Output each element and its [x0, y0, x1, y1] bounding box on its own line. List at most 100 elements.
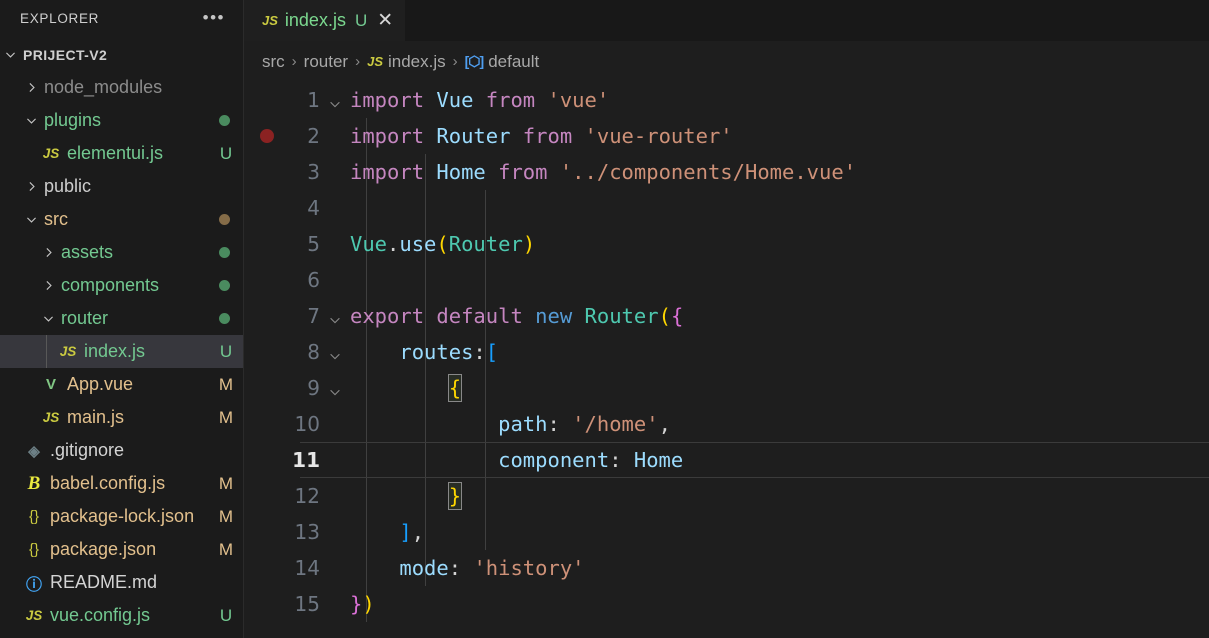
tree-item-package-json[interactable]: {} package.json M: [0, 533, 243, 566]
chevron-down-icon[interactable]: [21, 114, 41, 127]
code-token: 'vue-router': [584, 124, 733, 148]
line-number: 12: [294, 484, 320, 508]
code-line[interactable]: 14 mode: 'history': [244, 550, 1209, 586]
tree-item-label: package.json: [50, 539, 157, 559]
git-status-badge: U: [219, 143, 233, 163]
close-icon[interactable]: ✕: [374, 11, 393, 30]
fold-chevron-down-icon[interactable]: [328, 380, 346, 404]
git-file-icon: ◈: [28, 442, 40, 460]
code-line[interactable]: 11 component: Home: [244, 442, 1209, 478]
tree-item-vue-config-js[interactable]: JS vue.config.js U: [0, 599, 243, 632]
code-editor[interactable]: 1 import Vue from 'vue' 2 import Router fro…: [244, 82, 1209, 638]
code-token: Home: [436, 160, 486, 184]
code-line[interactable]: 6: [244, 262, 1209, 298]
tree-item-readme-md[interactable]: ⓘ README.md: [0, 566, 243, 599]
tab-index-js[interactable]: JS index.js U ✕: [244, 0, 406, 41]
code-token: '/home': [572, 412, 659, 436]
code-text: }: [350, 478, 463, 514]
breadcrumb-item-src[interactable]: src: [262, 52, 285, 72]
code-token: [: [485, 340, 499, 364]
code-token: 'vue': [547, 88, 610, 112]
chevron-down-icon[interactable]: [21, 213, 41, 226]
folder-status-dot: [219, 247, 230, 258]
code-token: '../components/Home.vue': [559, 160, 857, 184]
tree-item-package-lock-json[interactable]: {} package-lock.json M: [0, 500, 243, 533]
code-text: mode: 'history': [350, 550, 584, 586]
fold-chevron-down-icon[interactable]: [328, 344, 346, 368]
tree-item-router[interactable]: router: [0, 302, 243, 335]
fold-chevron-down-icon[interactable]: [328, 92, 346, 116]
vscode-window: EXPLORER ••• PRIJECT-V2 node_modules plug…: [0, 0, 1209, 638]
tree-item-plugins[interactable]: plugins: [0, 104, 243, 137]
tree-item-app-vue[interactable]: V App.vue M: [0, 368, 243, 401]
fold-chevron-down-icon[interactable]: [328, 308, 346, 332]
chevron-right-icon[interactable]: [38, 246, 58, 259]
code-line[interactable]: 3 import Home from '../components/Home.vu…: [244, 154, 1209, 190]
tree-item-main-js[interactable]: JS main.js M: [0, 401, 243, 434]
code-token: ): [522, 232, 536, 256]
code-line[interactable]: 8 routes:[: [244, 334, 1209, 370]
tree-item-label: main.js: [67, 407, 125, 427]
babel-file-icon: B: [27, 472, 41, 494]
chevron-down-icon[interactable]: [0, 48, 20, 61]
code-token: {: [670, 304, 684, 328]
breadcrumb-item-default[interactable]: default: [488, 52, 539, 72]
code-token: :: [448, 556, 474, 580]
tree-item-index-js[interactable]: JS index.js U: [0, 335, 243, 368]
tree-item-label: README.md: [50, 572, 158, 592]
line-number: 11: [292, 448, 320, 472]
code-line[interactable]: 4: [244, 190, 1209, 226]
tree-item-label: package-lock.json: [50, 506, 195, 526]
tree-item-assets[interactable]: assets: [0, 236, 243, 269]
code-token: ,: [658, 412, 671, 436]
explorer-sidebar: EXPLORER ••• PRIJECT-V2 node_modules plug…: [0, 0, 244, 638]
code-token: from: [485, 160, 560, 184]
js-file-icon: JS: [25, 608, 43, 623]
code-text: {: [350, 370, 463, 406]
code-token: Home: [633, 448, 684, 472]
tree-item-elementui-js[interactable]: JS elementui.js U: [0, 137, 243, 170]
tree-item-label: assets: [61, 242, 114, 262]
code-line[interactable]: 5 Vue.use(Router): [244, 226, 1209, 262]
line-number: 13: [294, 520, 320, 544]
code-token: import: [350, 160, 437, 184]
code-line[interactable]: 1 import Vue from 'vue': [244, 82, 1209, 118]
line-number: 15: [294, 592, 320, 616]
code-line[interactable]: 13 ],: [244, 514, 1209, 550]
chevron-down-icon[interactable]: [38, 312, 58, 325]
code-token: Router: [436, 124, 511, 148]
code-line[interactable]: 9 {: [244, 370, 1209, 406]
chevron-right-icon[interactable]: [38, 279, 58, 292]
tree-item-src[interactable]: src: [0, 203, 243, 236]
code-text: Vue.use(Router): [350, 226, 535, 262]
git-status-badge: U: [219, 341, 233, 361]
breadcrumb-item-router[interactable]: router: [304, 52, 348, 72]
code-line[interactable]: 15}): [244, 586, 1209, 622]
code-line[interactable]: 10 path: '/home',: [244, 406, 1209, 442]
chevron-right-icon[interactable]: [21, 81, 41, 94]
breadcrumb-item-index-js[interactable]: index.js: [388, 52, 446, 72]
chevron-right-icon[interactable]: [21, 180, 41, 193]
symbol-module-icon: [⬡]: [464, 53, 485, 69]
tree-item-node-modules[interactable]: node_modules: [0, 71, 243, 104]
more-actions-icon[interactable]: •••: [203, 9, 231, 26]
tree-item-label: public: [44, 176, 92, 196]
code-token: :: [473, 340, 486, 364]
js-file-icon: JS: [262, 13, 278, 28]
code-line[interactable]: 12 }: [244, 478, 1209, 514]
tree-item-babel-config-js[interactable]: Bbabel.config.js M: [0, 467, 243, 500]
tree-root-folder[interactable]: PRIJECT-V2: [0, 38, 243, 71]
bracket-match-highlight: {: [447, 374, 463, 402]
tree-item-components[interactable]: components: [0, 269, 243, 302]
code-line[interactable]: 7 export default new Router({: [244, 298, 1209, 334]
code-token: use: [399, 232, 437, 256]
code-token: :: [547, 412, 573, 436]
tree-item-public[interactable]: public: [0, 170, 243, 203]
tree-item--gitignore[interactable]: ◈ .gitignore: [0, 434, 243, 467]
page-title: EXPLORER: [20, 10, 100, 26]
code-token: }: [350, 592, 363, 616]
tab-bar: JS index.js U ✕: [244, 0, 1209, 41]
code-line[interactable]: 2 import Router from 'vue-router': [244, 118, 1209, 154]
tree-item-label: babel.config.js: [50, 473, 166, 493]
